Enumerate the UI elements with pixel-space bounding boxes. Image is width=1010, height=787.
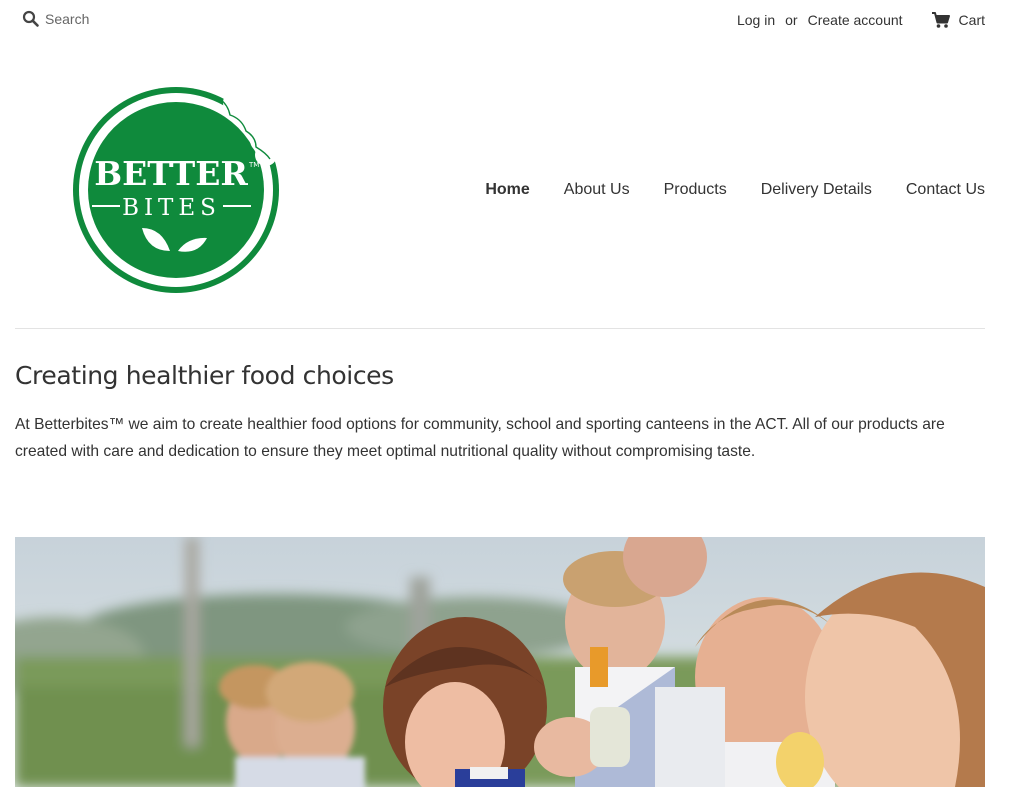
search-form <box>22 10 185 28</box>
create-account-link[interactable]: Create account <box>808 12 903 28</box>
login-link[interactable]: Log in <box>737 12 775 28</box>
cart-link[interactable]: Cart <box>931 11 985 29</box>
logo-tm: TM <box>248 161 259 169</box>
site-logo[interactable]: BETTER TM BITES <box>70 85 282 295</box>
logo-line2: BITES <box>122 195 221 221</box>
intro-paragraph: At Betterbites™ we aim to create healthi… <box>15 416 945 460</box>
search-input[interactable] <box>45 11 185 27</box>
cart-icon <box>931 11 951 29</box>
nav-delivery-details[interactable]: Delivery Details <box>761 181 872 199</box>
nav-about-us[interactable]: About Us <box>564 181 630 199</box>
nav-contact-us[interactable]: Contact Us <box>906 181 985 199</box>
cart-label: Cart <box>958 12 985 28</box>
account-links: Log in or Create account Cart <box>737 11 985 29</box>
nav-home[interactable]: Home <box>485 181 529 199</box>
logo-line1: BETTER <box>94 154 248 193</box>
hero-image <box>15 537 985 787</box>
page-title: Creating healthier food choices <box>15 361 394 390</box>
header-divider <box>15 328 985 329</box>
nav-products[interactable]: Products <box>664 181 727 199</box>
main-nav: Home About Us Products Delivery Details … <box>485 181 985 199</box>
or-text: or <box>785 12 798 28</box>
top-bar: Log in or Create account Cart <box>0 0 1010 42</box>
search-icon[interactable] <box>22 10 40 28</box>
